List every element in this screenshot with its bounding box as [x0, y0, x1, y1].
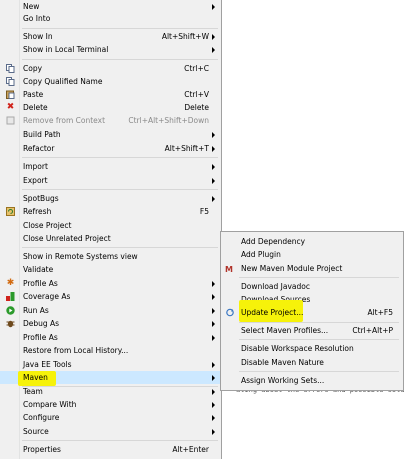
submenu-arrow-icon	[212, 375, 215, 381]
submenu-separator	[239, 322, 399, 323]
submenu-arrow-icon	[212, 196, 215, 202]
submenu-arrow-icon	[212, 335, 215, 341]
menu-item-remove-from-context[interactable]: Remove from Context Ctrl+Alt+Shift+Down	[0, 114, 221, 127]
submenu-item-disable-workspace-resolution[interactable]: Disable Workspace Resolution	[221, 342, 403, 355]
submenu-item-add-dependency[interactable]: Add Dependency	[221, 235, 403, 248]
update-project-icon	[225, 308, 235, 317]
menu-separator	[22, 247, 218, 248]
menu-item-copy-qualified-name[interactable]: Copy Qualified Name	[0, 75, 221, 88]
menu-item-paste[interactable]: Paste Ctrl+V	[0, 88, 221, 101]
submenu-arrow-icon	[212, 321, 215, 327]
maven-module-icon: M	[225, 264, 235, 274]
menu-item-java-ee-tools[interactable]: Java EE Tools	[0, 358, 221, 371]
submenu-arrow-icon	[212, 362, 215, 368]
menu-separator	[22, 59, 218, 60]
submenu-arrow-icon	[212, 132, 215, 138]
menu-item-team[interactable]: Team	[0, 385, 221, 398]
submenu-item-add-plugin[interactable]: Add Plugin	[221, 248, 403, 261]
remove-context-icon	[6, 116, 15, 125]
copy-icon	[6, 64, 15, 73]
menu-item-properties[interactable]: Properties Alt+Enter	[0, 443, 221, 456]
submenu-arrow-icon	[212, 281, 215, 287]
submenu-arrow-icon	[212, 308, 215, 314]
menu-item-show-local-terminal[interactable]: Show in Local Terminal	[0, 43, 221, 56]
menu-separator	[22, 189, 218, 190]
menu-item-show-in[interactable]: Show In Alt+Shift+W	[0, 30, 221, 43]
menu-item-profile-as[interactable]: ✱ Profile As	[0, 277, 221, 290]
menu-separator	[22, 440, 218, 441]
copy-qualified-icon	[6, 77, 15, 86]
svg-text:M: M	[225, 265, 233, 273]
submenu-item-assign-working-sets[interactable]: Assign Working Sets...	[221, 374, 403, 387]
menu-item-close-project[interactable]: Close Project	[0, 219, 221, 232]
menu-item-coverage-as[interactable]: Coverage As	[0, 290, 221, 303]
context-menu: New Go Into Show In Alt+Shift+W Show in …	[0, 0, 222, 459]
debug-bug-icon	[6, 319, 15, 328]
menu-separator	[22, 28, 218, 29]
menu-item-restore-local-history[interactable]: Restore from Local History...	[0, 344, 221, 357]
profile-icon: ✱	[6, 278, 15, 288]
paste-icon	[6, 90, 15, 99]
submenu-item-download-javadoc[interactable]: Download Javadoc	[221, 280, 403, 293]
submenu-separator	[239, 277, 399, 278]
menu-item-validate[interactable]: Validate	[0, 263, 221, 276]
menu-item-debug-as[interactable]: Debug As	[0, 317, 221, 330]
menu-item-copy[interactable]: Copy Ctrl+C	[0, 62, 221, 75]
submenu-arrow-icon	[212, 146, 215, 152]
submenu-arrow-icon	[212, 34, 215, 40]
menu-item-delete[interactable]: ✖ Delete Delete	[0, 101, 221, 114]
menu-item-source[interactable]: Source	[0, 425, 221, 438]
menu-item-import[interactable]: Import	[0, 160, 221, 173]
submenu-separator	[239, 371, 399, 372]
menu-item-refresh[interactable]: Refresh F5	[0, 205, 221, 218]
run-icon	[6, 306, 15, 315]
submenu-arrow-icon	[212, 389, 215, 395]
menu-item-run-as[interactable]: Run As	[0, 304, 221, 317]
submenu-item-new-maven-module[interactable]: M New Maven Module Project	[221, 262, 403, 275]
menu-item-compare-with[interactable]: Compare With	[0, 398, 221, 411]
menu-item-export[interactable]: Export	[0, 174, 221, 187]
coverage-icon	[6, 292, 15, 301]
refresh-icon	[6, 207, 15, 216]
menu-item-configure[interactable]: Configure	[0, 411, 221, 424]
menu-item-spotbugs[interactable]: SpotBugs	[0, 192, 221, 205]
submenu-item-disable-maven-nature[interactable]: Disable Maven Nature	[221, 356, 403, 369]
menu-item-show-remote-systems[interactable]: Show in Remote Systems view	[0, 250, 221, 263]
submenu-arrow-icon	[212, 4, 215, 10]
submenu-arrow-icon	[212, 402, 215, 408]
menu-separator	[22, 157, 218, 158]
delete-icon: ✖	[6, 102, 15, 112]
submenu-separator	[239, 339, 399, 340]
menu-item-close-unrelated-project[interactable]: Close Unrelated Project	[0, 232, 221, 245]
maven-submenu: Add Dependency Add Plugin M New Maven Mo…	[220, 231, 404, 391]
submenu-arrow-icon	[212, 178, 215, 184]
menu-item-go-into[interactable]: Go Into	[0, 12, 221, 25]
menu-item-profile[interactable]: Profile As	[0, 331, 221, 344]
submenu-arrow-icon	[212, 164, 215, 170]
menu-item-build-path[interactable]: Build Path	[0, 128, 221, 141]
submenu-arrow-icon	[212, 294, 215, 300]
submenu-arrow-icon	[212, 429, 215, 435]
submenu-arrow-icon	[212, 47, 215, 53]
submenu-item-select-maven-profiles[interactable]: Select Maven Profiles... Ctrl+Alt+P	[221, 324, 403, 337]
menu-item-maven[interactable]: Maven	[0, 371, 221, 386]
submenu-item-update-project[interactable]: Update Project... Alt+F5	[221, 300, 403, 322]
submenu-arrow-icon	[212, 415, 215, 421]
menu-item-refactor[interactable]: Refactor Alt+Shift+T	[0, 142, 221, 155]
